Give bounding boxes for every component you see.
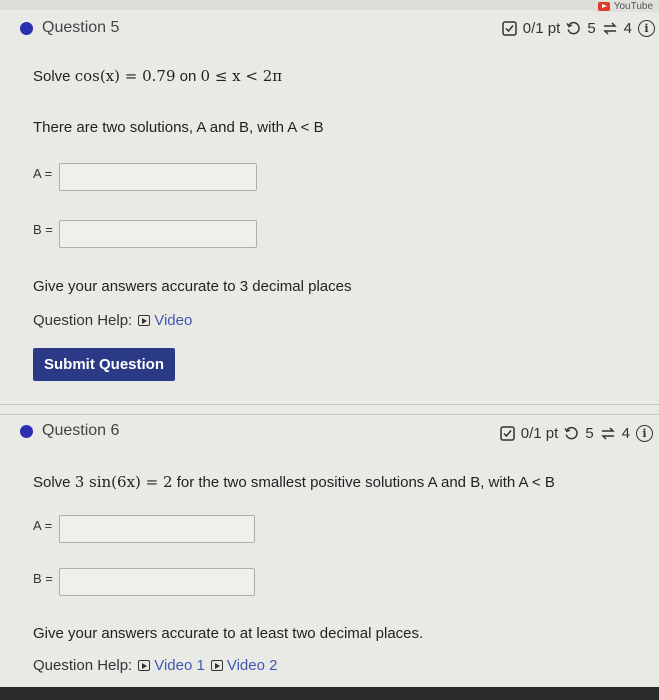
- retries-count: 5: [587, 20, 596, 37]
- answer-b-label: B =: [33, 571, 53, 586]
- question-6-prompt: Solve 3 sin(6x) = 2 for the two smallest…: [33, 473, 555, 491]
- prompt-text: Solve: [33, 474, 75, 491]
- attempts-count: 4: [621, 425, 630, 442]
- prompt-range: 0 ≤ x < 2π: [200, 67, 283, 85]
- question-5-subtext: There are two solutions, A and B, with A…: [33, 119, 324, 136]
- question-6-header: Question 6 0/1 pt 5 4 i: [0, 412, 659, 450]
- answer-a-label: A =: [33, 518, 53, 533]
- prompt-text-mid: on: [175, 68, 201, 85]
- attempts-icon: [602, 21, 618, 36]
- attempts-icon: [600, 426, 616, 441]
- points-text: 0/1 pt: [520, 425, 559, 442]
- info-icon[interactable]: i: [636, 425, 653, 442]
- points-text: 0/1 pt: [522, 20, 561, 37]
- video-link-label: Video: [154, 312, 193, 329]
- video-icon: [210, 660, 223, 671]
- retry-icon: [564, 426, 579, 441]
- question-bullet-icon: [20, 424, 33, 438]
- question-bullet-icon: [20, 21, 33, 35]
- video-2-label: Video 2: [226, 657, 278, 674]
- video-1-label: Video 1: [154, 657, 205, 674]
- question-6-instructions: Give your answers accurate to at least t…: [33, 625, 424, 642]
- video-icon: [138, 315, 151, 326]
- question-5-header: Question 5 0/1 pt 5 4 i: [0, 9, 659, 47]
- retries-count: 5: [585, 425, 594, 442]
- question-6-help: Question Help: Video 1 Video 2: [33, 657, 277, 674]
- retry-icon: [566, 21, 581, 36]
- answer-b-input[interactable]: [59, 568, 255, 596]
- prompt-text: Solve: [33, 68, 75, 85]
- bottom-bezel: [0, 687, 659, 700]
- checkbox-icon: [500, 426, 515, 441]
- answer-a-input[interactable]: [59, 515, 255, 543]
- answer-b-input[interactable]: [59, 220, 257, 248]
- question-5-help: Question Help: Video: [33, 312, 192, 329]
- prompt-math: 3 sin(6x) = 2: [74, 473, 173, 491]
- question-5-instructions: Give your answers accurate to 3 decimal …: [33, 278, 352, 295]
- video-1-link[interactable]: Video 1: [138, 657, 205, 674]
- answer-b-label: B =: [33, 222, 53, 237]
- video-2-link[interactable]: Video 2: [210, 657, 278, 674]
- answer-a-label: A =: [33, 166, 53, 181]
- help-label: Question Help:: [33, 657, 133, 674]
- divider: [0, 404, 659, 405]
- submit-question-button[interactable]: Submit Question: [33, 348, 175, 381]
- prompt-text-post: for the two smallest positive solutions …: [172, 474, 555, 491]
- question-5-title: Question 5: [42, 19, 120, 36]
- video-icon: [138, 660, 151, 671]
- video-link[interactable]: Video: [138, 312, 192, 329]
- question-5-meta: 0/1 pt 5 4 i: [502, 20, 655, 37]
- help-label: Question Help:: [33, 312, 133, 329]
- answer-a-input[interactable]: [59, 163, 257, 191]
- question-6-title: Question 6: [42, 422, 120, 439]
- attempts-count: 4: [623, 20, 632, 37]
- checkbox-icon: [502, 21, 517, 36]
- question-6-meta: 0/1 pt 5 4 i: [500, 425, 653, 442]
- question-5-prompt: Solve cos(x) = 0.79 on 0 ≤ x < 2π: [33, 67, 282, 85]
- info-icon[interactable]: i: [638, 20, 655, 37]
- prompt-math: cos(x) = 0.79: [74, 67, 176, 85]
